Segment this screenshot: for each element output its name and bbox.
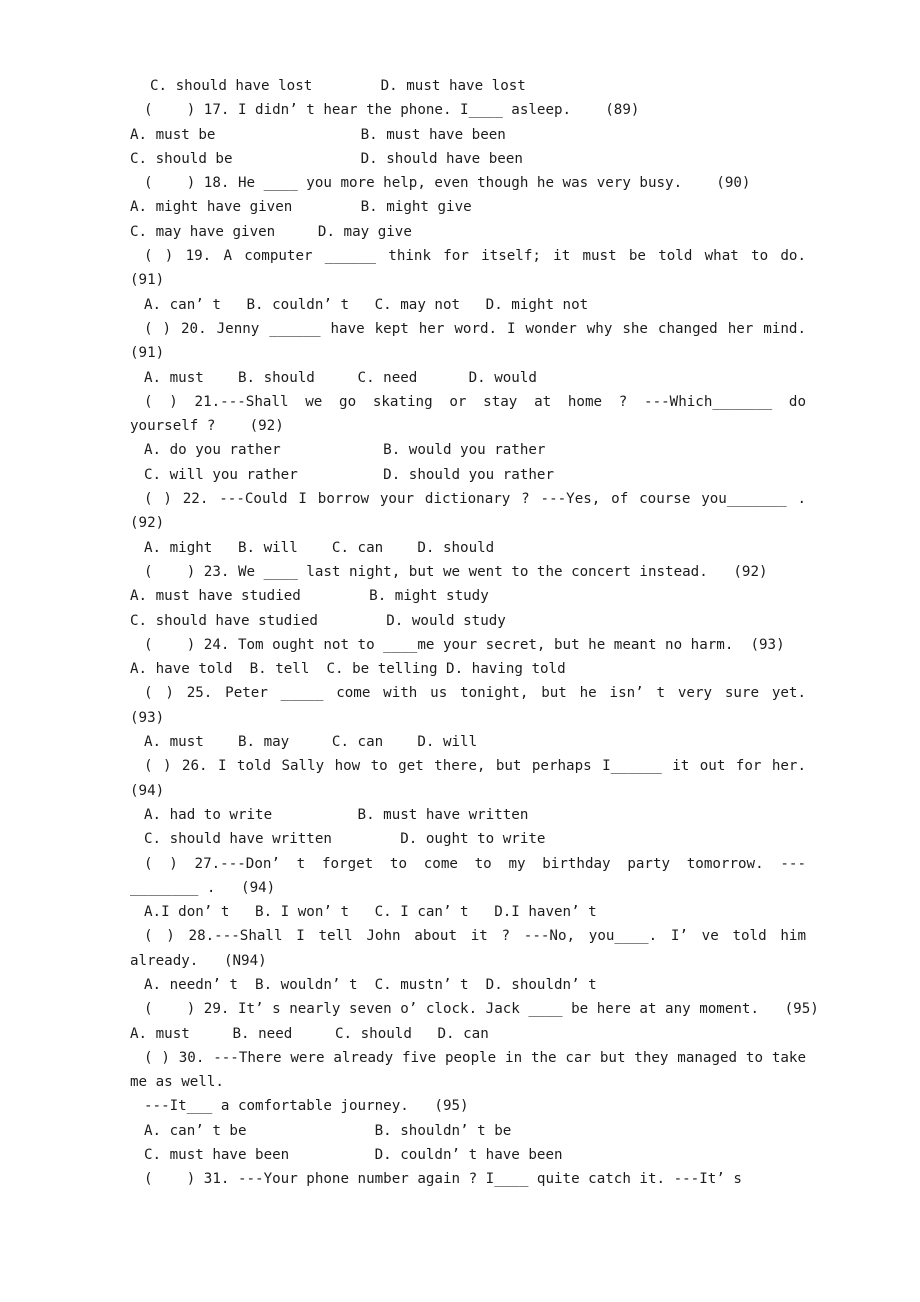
document-line: A. have told B. tell C. be telling D. ha… [130, 661, 566, 678]
document-line: ( ) 31. ---Your phone number again ? I__… [144, 1171, 742, 1188]
document-line: ( ) 24. Tom ought not to ____me your sec… [144, 636, 785, 653]
document-line: A. might B. will C. can D. should [144, 539, 495, 556]
document-line: A. must have studied B. might study [130, 588, 489, 605]
document-line: ( ) 18. He ____ you more help, even thou… [144, 175, 751, 192]
document-line: ( ) 17. I didn’ t hear the phone. I____ … [144, 102, 640, 119]
document-line: ---It___ a comfortable journey. (95) [144, 1098, 469, 1115]
document-line: (94) [130, 782, 165, 799]
document-line: A. must B. should C. need D. would [144, 369, 537, 386]
document-line: C. will you rather D. should you rather [144, 466, 554, 483]
document-line: me as well. [130, 1074, 224, 1091]
document-line: ________ . (94) [130, 879, 276, 896]
document-line: (91) [130, 272, 165, 289]
document-line: ( ) 30. ---There were already five peopl… [144, 1049, 806, 1066]
document-line: ( ) 26. I told Sally how to get there, b… [144, 758, 806, 775]
document-line: C. should have studied D. would study [130, 612, 506, 629]
document-line: ( ) 19. A computer ______ think for itse… [144, 248, 806, 265]
document-line: ( ) 28.---Shall I tell John about it ? -… [144, 928, 806, 945]
document-line: A. can’ t be B. shouldn’ t be [144, 1122, 512, 1139]
document-line: ( ) 29. It’ s nearly seven o’ clock. Jac… [144, 1001, 819, 1018]
document-line: C. may have given D. may give [130, 223, 412, 240]
document-line: already. (N94) [130, 952, 267, 969]
document-line: yourself ? (92) [130, 418, 284, 435]
document-line: A. must B. may C. can D. will [144, 734, 478, 751]
document-text-body: C. should have lost D. must have lost ( )… [130, 74, 819, 1192]
document-line: ( ) 21.---Shall we go skating or stay at… [144, 393, 806, 410]
document-line: ( ) 20. Jenny ______ have kept her word.… [144, 320, 806, 337]
document-line: ( ) 22. ---Could I borrow your dictionar… [144, 491, 806, 508]
document-line: A. must be B. must have been [130, 126, 506, 143]
document-line: (93) [130, 709, 165, 726]
document-line: A. can’ t B. couldn’ t C. may not D. mig… [144, 296, 589, 313]
document-line: C. should be D. should have been [130, 150, 523, 167]
document-line: C. must have been D. couldn’ t have been [144, 1147, 563, 1164]
document-line: (91) [130, 345, 165, 362]
document-line: A. had to write B. must have written [144, 806, 529, 823]
document-line: ( ) 27.---Don’ t forget to come to my bi… [144, 855, 806, 872]
document-line: (92) [130, 515, 165, 532]
document-line: A.I don’ t B. I won’ t C. I can’ t D.I h… [144, 904, 597, 921]
document-line: ( ) 25. Peter _____ come with us tonight… [144, 685, 806, 702]
document-page: C. should have lost D. must have lost ( )… [0, 0, 920, 1302]
document-line: A. might have given B. might give [130, 199, 472, 216]
document-line: A. needn’ t B. wouldn’ t C. mustn’ t D. … [144, 976, 597, 993]
document-line: C. should have written D. ought to write [144, 831, 546, 848]
document-line: ( ) 23. We ____ last night, but we went … [144, 563, 768, 580]
document-line: A. do you rather B. would you rather [144, 442, 546, 459]
document-line: C. should have lost D. must have lost [150, 78, 526, 94]
document-line: A. must B. need C. should D. can [130, 1025, 489, 1042]
